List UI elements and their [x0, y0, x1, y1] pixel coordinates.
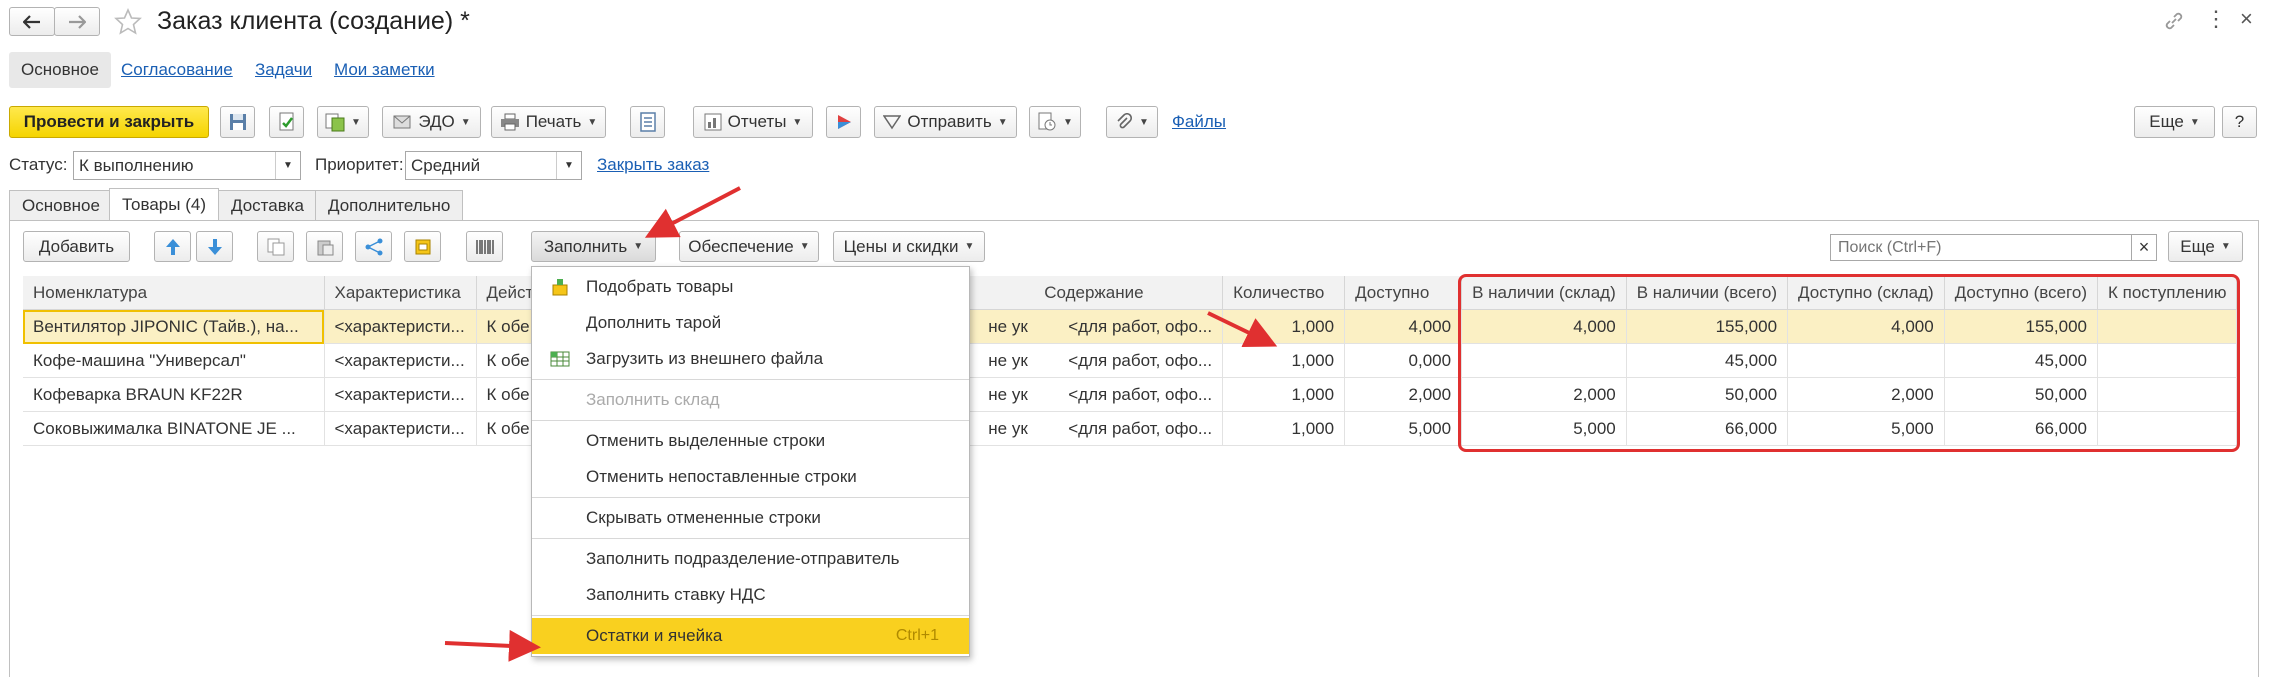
annotation-arrows	[444, 186, 1278, 662]
arrow-to-quantity-cell	[1207, 311, 1278, 347]
arrow-to-fill-button	[644, 186, 741, 238]
arrow-to-menu-item	[444, 629, 541, 662]
